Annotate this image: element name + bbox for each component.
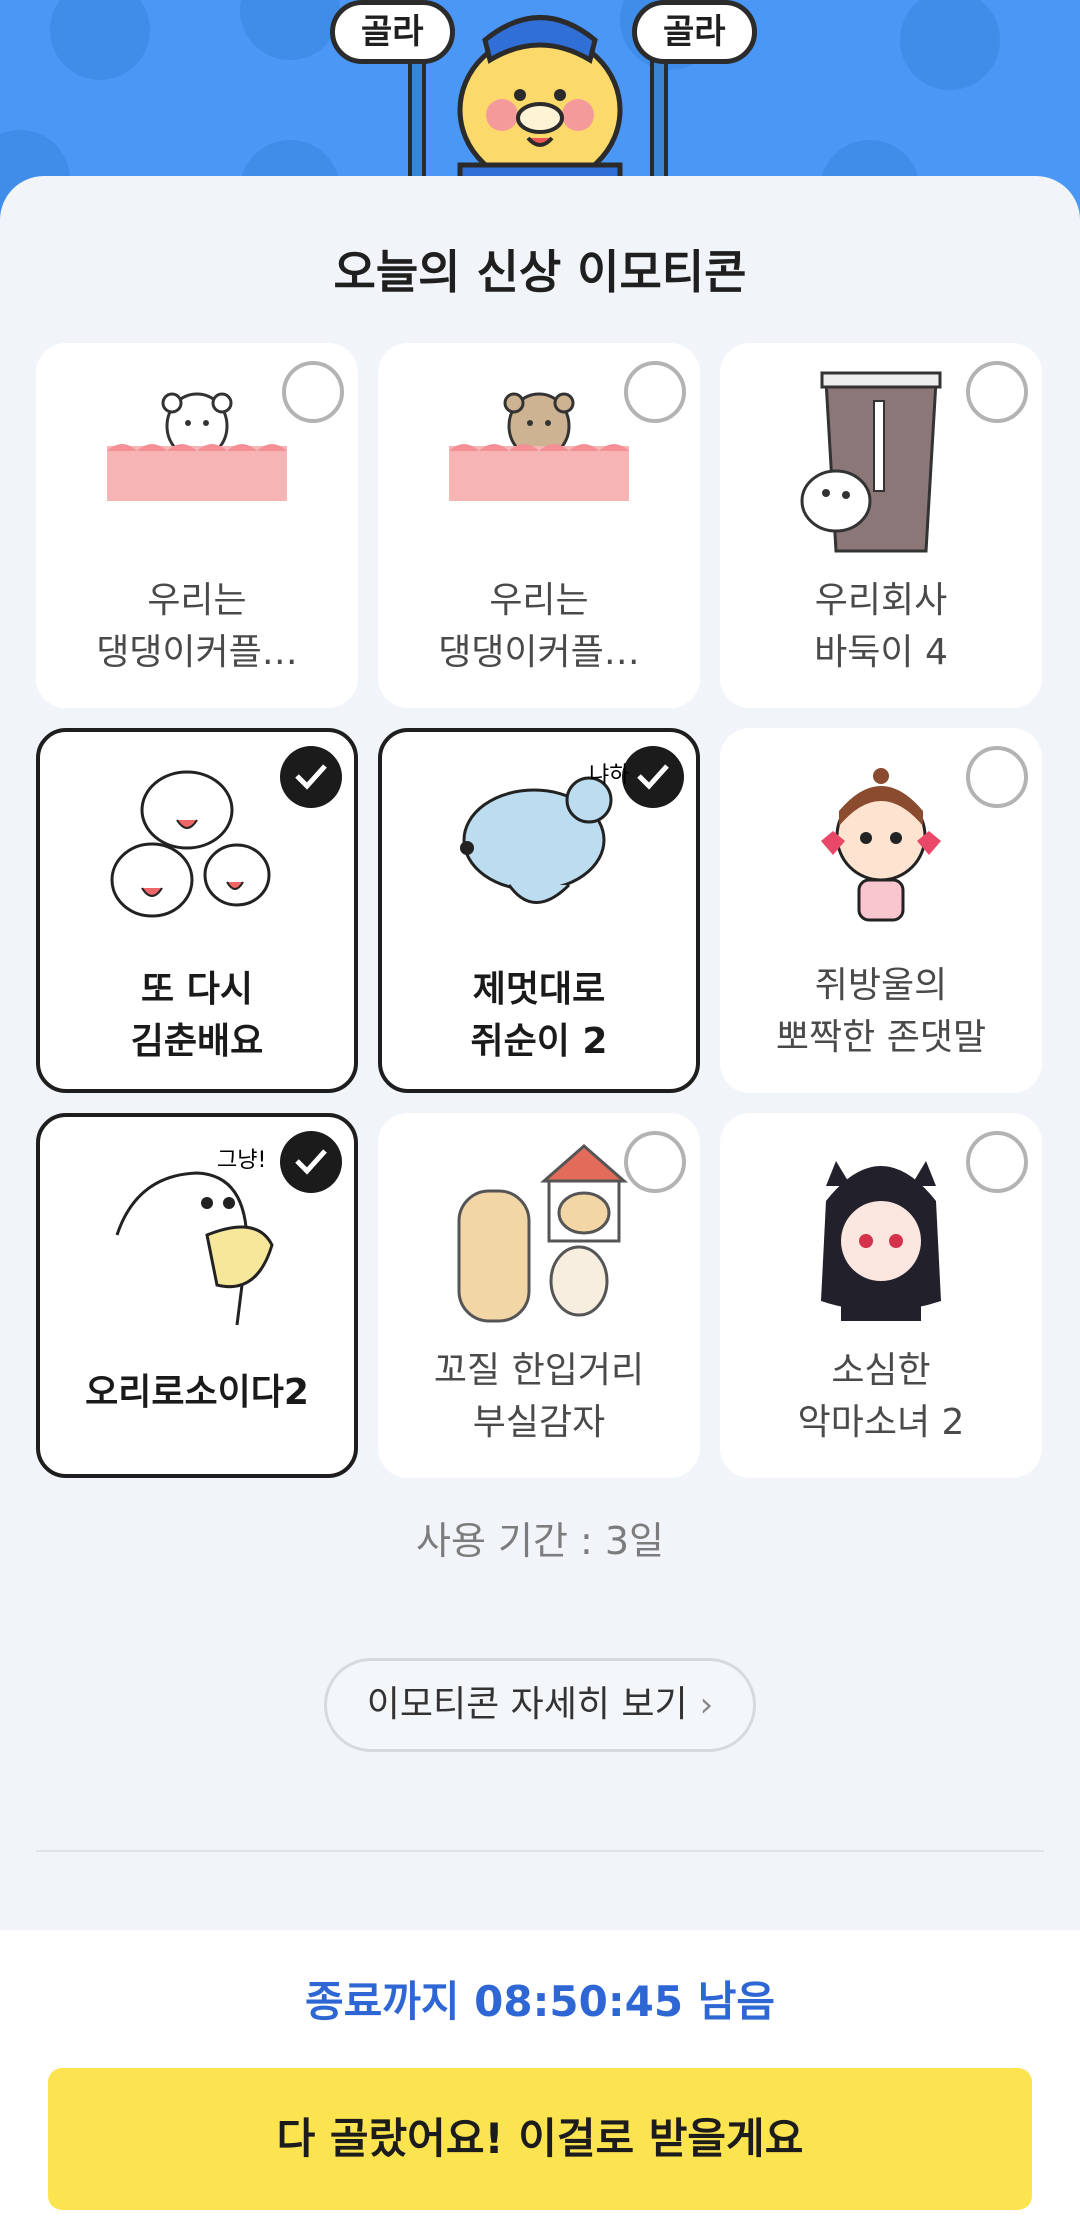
card-title-line2: 쥐순이 2 xyxy=(470,1021,608,1062)
potato-characters-icon xyxy=(378,1141,700,1341)
card-title-line2: 댕댕이커플… xyxy=(438,632,640,673)
emoticon-card-selected[interactable]: 그냥! 오리로소이다2 xyxy=(36,1113,358,1478)
blue-mouse-icon: 냐하 xyxy=(382,760,696,960)
emoticon-card[interactable]: 꼬질 한입거리 부실감자 xyxy=(378,1113,700,1478)
speech-bubble-left: 골라 xyxy=(330,0,455,64)
card-title-line1: 우리는 xyxy=(489,580,589,621)
card-title-line1: 소심한 xyxy=(831,1350,931,1391)
white-puppy-in-hearts-icon xyxy=(36,371,358,571)
view-emoticon-details-button[interactable]: 이모티콘 자세히 보기 › xyxy=(324,1658,756,1752)
emoticon-selection-page: 골라 골라 오늘의 신상 이모티콘 우리는 댕댕이커플… 우리는 댕댕이커플… … xyxy=(0,0,1080,2228)
card-title-line1: 우리는 xyxy=(147,580,247,621)
white-cats-group-icon xyxy=(40,760,354,960)
card-title-line2: 댕댕이커플… xyxy=(96,632,298,673)
emoticon-card[interactable]: 우리는 댕댕이커플… xyxy=(36,343,358,708)
emoticon-card[interactable]: 우리회사 바둑이 4 xyxy=(720,343,1042,708)
usage-period-text: 사용 기간 : 3일 xyxy=(415,1519,665,1563)
detail-button-label: 이모티콘 자세히 보기 xyxy=(366,1684,688,1725)
card-title-line2: 악마소녀 2 xyxy=(797,1402,965,1443)
bear-mascot-icon xyxy=(457,15,623,190)
girl-with-hearts-icon xyxy=(720,756,1042,956)
dog-with-drink-cup-icon xyxy=(720,371,1042,571)
emoticon-card-selected[interactable]: 냐하 제멋대로 쥐순이 2 xyxy=(378,728,700,1093)
card-title-line2: 바둑이 4 xyxy=(814,632,948,673)
brown-puppy-in-hearts-icon xyxy=(378,371,700,571)
sticker-caption: 그냥! xyxy=(217,1148,266,1173)
page-title: 오늘의 신상 이모티콘 xyxy=(333,245,747,299)
emoticon-card[interactable]: 우리는 댕댕이커플… xyxy=(378,343,700,708)
confirm-selection-button[interactable]: 다 골랐어요! 이걸로 받을게요 xyxy=(48,2068,1032,2210)
emoticon-card[interactable]: 쥐방울의 뽀짝한 존댓말 xyxy=(720,728,1042,1093)
card-title-line2: 뽀짝한 존댓말 xyxy=(775,1017,987,1058)
card-title-line1: 쥐방울의 xyxy=(814,965,948,1006)
card-title-line1: 우리회사 xyxy=(814,580,948,621)
card-title-line1: 오리로소이다2 xyxy=(85,1372,309,1413)
speech-bubble-right: 골라 xyxy=(632,0,757,64)
card-title-line1: 또 다시 xyxy=(141,969,253,1010)
emoticon-card[interactable]: 소심한 악마소녀 2 xyxy=(720,1113,1042,1478)
chevron-right-icon: › xyxy=(699,1685,714,1725)
emoticon-card-selected[interactable]: 또 다시 김춘배요 xyxy=(36,728,358,1093)
white-duck-icon: 그냥! xyxy=(40,1145,354,1345)
divider xyxy=(36,1850,1044,1852)
sticker-caption: 냐하 xyxy=(589,763,629,788)
card-title-line1: 꼬질 한입거리 xyxy=(433,1350,645,1391)
devil-girl-icon xyxy=(720,1141,1042,1341)
card-title-line1: 제멋대로 xyxy=(472,969,606,1010)
countdown-timer: 종료까지 08:50:45 남음 xyxy=(304,1977,776,2026)
card-title-line2: 김춘배요 xyxy=(130,1021,264,1062)
card-title-line2: 부실감자 xyxy=(472,1402,606,1443)
